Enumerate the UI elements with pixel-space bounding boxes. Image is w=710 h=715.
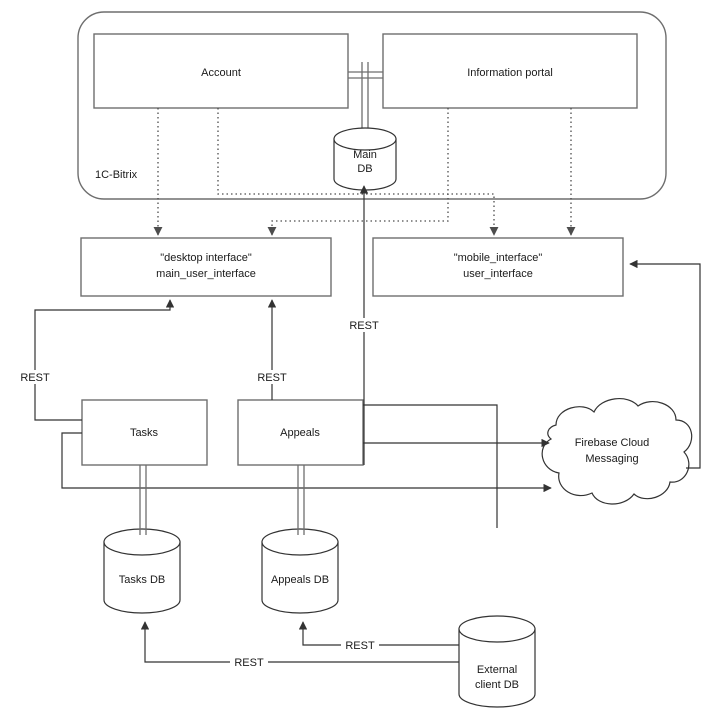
node-firebase-label-line2: Messaging	[585, 453, 638, 465]
node-appeals-db[interactable]	[261, 528, 339, 614]
node-account-label: Account	[201, 67, 241, 79]
edge-label-rest-appeals-desktop: REST	[257, 372, 287, 384]
node-tasks-db[interactable]	[103, 528, 181, 614]
edge-externaldb-to-appealsdb	[298, 621, 459, 646]
edge-label-rest-extdb-appealsdb: REST	[345, 640, 375, 652]
edge-label-rest-appeals-maindb: REST	[349, 320, 379, 332]
edge-label-rest-tasks-desktop: REST	[20, 372, 50, 384]
edge-appeals-frame-to-external-db	[363, 404, 498, 528]
node-external-client-db-label-line1: External	[477, 664, 517, 676]
node-firebase-cloud[interactable]	[541, 398, 693, 505]
node-tasks-label: Tasks	[130, 427, 159, 439]
node-mobile-interface-label-line1: "mobile_interface"	[454, 252, 543, 264]
node-information-portal-label: Information portal	[467, 67, 553, 79]
node-desktop-interface-label-line2: main_user_interface	[156, 268, 256, 280]
diagram-canvas: 1C-Bitrix Account Information portal Mai…	[16, 11, 701, 708]
architecture-diagram: 1C-Bitrix Account Information portal Mai…	[0, 0, 710, 715]
edge-label-rest-extdb-tasksdb: REST	[234, 657, 264, 669]
node-tasks-db-label: Tasks DB	[119, 574, 165, 586]
node-mobile-interface-label-line2: user_interface	[463, 268, 533, 280]
node-external-client-db[interactable]	[458, 615, 536, 708]
node-desktop-interface-label-line1: "desktop interface"	[160, 252, 252, 264]
node-appeals-label: Appeals	[280, 427, 320, 439]
node-main-db-label-line1: Main	[353, 149, 377, 161]
node-appeals-db-label: Appeals DB	[271, 574, 329, 586]
node-firebase-label-line1: Firebase Cloud	[575, 437, 650, 449]
node-main-db-label-line2: DB	[357, 163, 372, 175]
container-1c-bitrix-label: 1C-Bitrix	[95, 169, 138, 181]
node-external-client-db-label-line2: client DB	[475, 679, 519, 691]
edge-externaldb-to-tasksdb	[140, 621, 459, 663]
